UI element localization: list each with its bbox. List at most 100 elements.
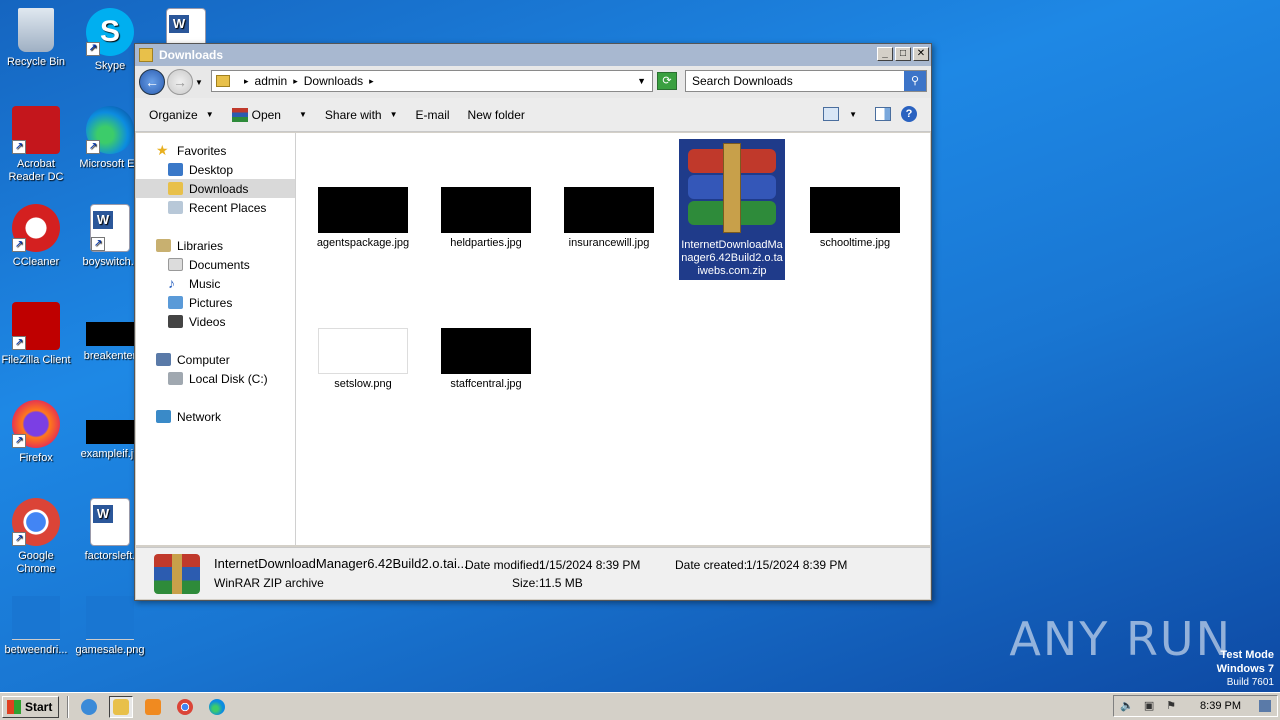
shortcut-arrow-icon: ↗ bbox=[12, 336, 26, 350]
chevron-down-icon[interactable]: ▼ bbox=[299, 110, 307, 119]
details-file-name: InternetDownloadManager6.42Build2.o.tai.… bbox=[214, 556, 468, 571]
breadcrumb-downloads[interactable]: Downloads bbox=[304, 74, 363, 88]
close-button[interactable]: ✕ bbox=[913, 47, 929, 61]
media-player-icon bbox=[145, 698, 162, 715]
action-center-flag-icon[interactable]: ⚑ bbox=[1164, 699, 1178, 713]
nav-local-disk[interactable]: Local Disk (C:) bbox=[136, 369, 295, 388]
minimize-button[interactable]: _ bbox=[877, 47, 893, 61]
new-folder-button[interactable]: New folder bbox=[468, 108, 525, 122]
word-doc-icon: W ↗ bbox=[90, 204, 130, 252]
desktop-icon bbox=[168, 163, 183, 176]
nav-network[interactable]: Network bbox=[136, 407, 295, 426]
file-item[interactable]: heldparties.jpg bbox=[433, 187, 539, 250]
desktop-icon-recycle-bin[interactable]: Recycle Bin bbox=[0, 8, 72, 69]
image-file-icon bbox=[86, 322, 134, 346]
refresh-button[interactable]: ⟳ bbox=[657, 72, 677, 90]
nav-computer[interactable]: Computer bbox=[136, 350, 295, 369]
desktop-icon-gamesale[interactable]: gamesale.png bbox=[74, 596, 146, 657]
desktop-icon-filezilla[interactable]: ↗ FileZilla Client bbox=[0, 302, 72, 367]
start-button[interactable]: Start bbox=[2, 695, 60, 718]
test-mode-line1: Test Mode bbox=[1220, 649, 1274, 661]
nav-local-disk-label: Local Disk (C:) bbox=[189, 371, 268, 386]
desktop-icon-acrobat[interactable]: ↗ Acrobat Reader DC bbox=[0, 106, 72, 184]
image-thumbnail bbox=[810, 187, 900, 233]
desktop-icon-ccleaner[interactable]: ↗ CCleaner bbox=[0, 204, 72, 269]
taskbar-explorer[interactable] bbox=[109, 695, 134, 718]
nav-downloads[interactable]: Downloads bbox=[136, 179, 295, 198]
open-button[interactable]: Open ▼ bbox=[231, 107, 307, 122]
taskbar-separator bbox=[67, 695, 70, 718]
view-options-dropdown-icon[interactable]: ▼ bbox=[849, 110, 857, 119]
music-icon: ♪ bbox=[168, 275, 175, 291]
share-with-button[interactable]: Share with ▼ bbox=[325, 108, 398, 122]
help-icon[interactable]: ? bbox=[901, 106, 917, 122]
desktop-icon-firefox[interactable]: ↗ Firefox bbox=[0, 400, 72, 465]
taskbar-media-player[interactable] bbox=[141, 696, 165, 718]
file-item[interactable]: schooltime.jpg bbox=[802, 187, 908, 250]
taskbar-chrome[interactable] bbox=[173, 696, 197, 718]
winrar-archive-icon bbox=[154, 554, 200, 594]
nav-pictures-label: Pictures bbox=[189, 295, 233, 310]
file-item[interactable]: insurancewill.jpg bbox=[556, 187, 662, 250]
network-tray-icon[interactable]: ▣ bbox=[1142, 699, 1156, 713]
star-icon: ★ bbox=[156, 142, 169, 158]
new-folder-label: New folder bbox=[467, 107, 525, 122]
nav-music[interactable]: ♪ Music bbox=[136, 274, 295, 293]
breadcrumb-admin[interactable]: admin bbox=[255, 74, 288, 88]
email-button[interactable]: E-mail bbox=[416, 108, 450, 122]
open-label: Open bbox=[251, 107, 281, 122]
shortcut-arrow-icon: ↗ bbox=[12, 532, 26, 546]
start-label: Start bbox=[25, 699, 53, 714]
pictures-icon bbox=[168, 296, 183, 309]
maximize-button[interactable]: □ bbox=[895, 47, 911, 61]
chevron-right-icon[interactable]: ▸ bbox=[293, 76, 298, 87]
file-item-selected[interactable]: InternetDownloadManager6.42Build2.o.taiw… bbox=[679, 139, 785, 280]
file-item[interactable]: staffcentral.jpg bbox=[433, 328, 539, 391]
show-desktop-icon[interactable] bbox=[1259, 700, 1271, 712]
window-controls: _ □ ✕ bbox=[877, 47, 929, 61]
volume-icon[interactable]: 🔈 bbox=[1120, 699, 1134, 713]
desktop-icon-chrome[interactable]: ↗ Google Chrome bbox=[0, 498, 72, 576]
skype-icon: S ↗ bbox=[86, 8, 134, 56]
address-bar[interactable]: ▸ admin ▸ Downloads ▸ ▼ bbox=[211, 70, 653, 92]
nav-pictures[interactable]: Pictures bbox=[136, 293, 295, 312]
nav-desktop[interactable]: Desktop bbox=[136, 160, 295, 179]
clock[interactable]: 8:39 PM bbox=[1200, 700, 1241, 712]
file-item[interactable]: agentspackage.jpg bbox=[310, 187, 416, 250]
nav-favorites[interactable]: ★ Favorites bbox=[136, 141, 295, 160]
change-view-icon[interactable] bbox=[823, 107, 840, 121]
folder-icon bbox=[113, 698, 130, 715]
chevron-right-icon[interactable]: ▸ bbox=[369, 76, 374, 87]
image-file-icon bbox=[12, 596, 60, 640]
recent-pages-dropdown-icon[interactable]: ▼ bbox=[195, 78, 203, 87]
file-name: agentspackage.jpg bbox=[316, 237, 410, 249]
taskbar-edge[interactable] bbox=[205, 696, 229, 718]
internet-explorer-icon bbox=[81, 698, 98, 715]
back-button[interactable]: ← bbox=[139, 69, 165, 95]
forward-button[interactable]: → bbox=[167, 69, 193, 95]
desktop-icon-betweendri[interactable]: betweendri... bbox=[0, 596, 72, 657]
nav-documents[interactable]: Documents bbox=[136, 255, 295, 274]
address-dropdown-icon[interactable]: ▼ bbox=[637, 76, 646, 86]
image-thumbnail bbox=[318, 187, 408, 233]
file-name: InternetDownloadManager6.42Build2.o.taiw… bbox=[681, 239, 783, 277]
taskbar-ie[interactable] bbox=[77, 696, 101, 718]
details-file-type: WinRAR ZIP archive bbox=[214, 576, 324, 590]
preview-pane-icon[interactable] bbox=[875, 107, 891, 121]
navigation-pane: ★ Favorites Desktop Downloads Recent Pla… bbox=[136, 133, 296, 545]
nav-videos[interactable]: Videos bbox=[136, 312, 295, 331]
shortcut-arrow-icon: ↗ bbox=[86, 42, 100, 56]
organize-button[interactable]: Organize ▼ bbox=[149, 108, 214, 122]
file-name: schooltime.jpg bbox=[819, 237, 891, 249]
search-icon[interactable]: ⚲ bbox=[904, 71, 926, 91]
nav-recent-places[interactable]: Recent Places bbox=[136, 198, 295, 217]
chevron-right-icon[interactable]: ▸ bbox=[244, 76, 249, 87]
downloads-folder-icon bbox=[168, 182, 183, 195]
details-date-modified: 1/15/2024 8:39 PM bbox=[539, 558, 641, 572]
file-item[interactable]: setslow.png bbox=[310, 328, 416, 391]
window-titlebar[interactable]: Downloads _ □ ✕ bbox=[135, 44, 931, 66]
network-icon bbox=[156, 410, 171, 423]
search-input[interactable]: Search Downloads ⚲ bbox=[685, 70, 927, 92]
toolbar-right: ▼ ? bbox=[823, 106, 917, 122]
nav-libraries[interactable]: Libraries bbox=[136, 236, 295, 255]
